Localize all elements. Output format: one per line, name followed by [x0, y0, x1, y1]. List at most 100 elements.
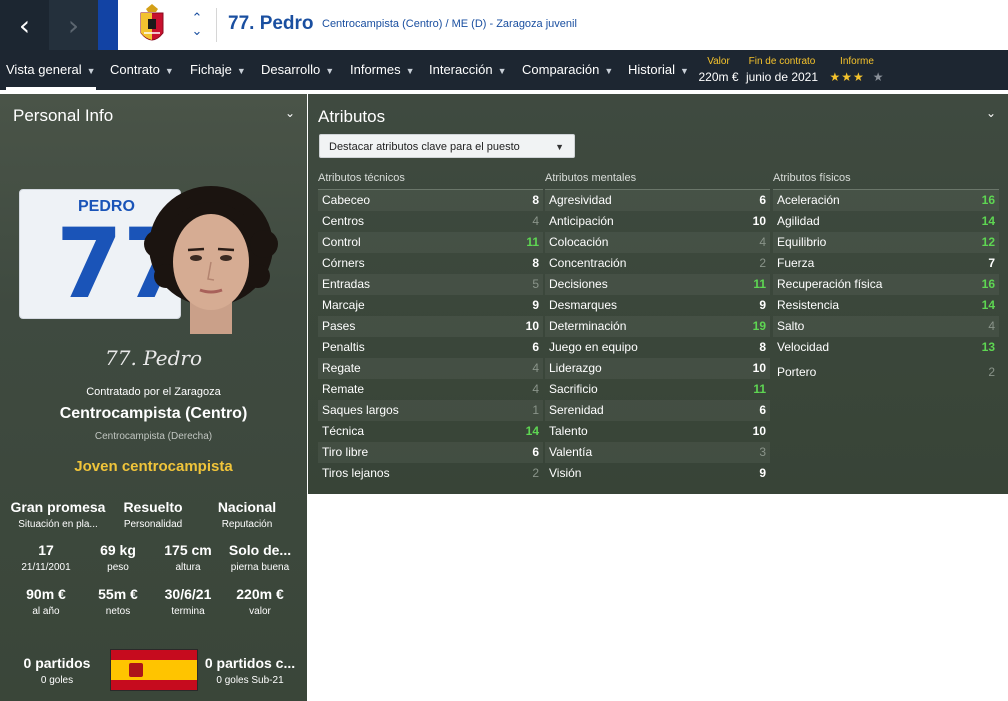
chevron-down-icon: ▼	[325, 66, 335, 76]
attribute-value: 6	[532, 445, 539, 459]
stat-label: pierna buena	[230, 562, 290, 573]
menu-contrato[interactable]: Contrato ▼	[110, 50, 174, 90]
attribute-value: 11	[526, 235, 539, 249]
attribute-row: Salto 4	[773, 316, 999, 337]
chevron-down-icon[interactable]: ⌄	[285, 106, 295, 120]
attribute-row: Serenidad 6	[545, 400, 770, 421]
attribute-name: Equilibrio	[777, 235, 827, 249]
attribute-name: Decisiones	[549, 277, 608, 291]
menu-informes[interactable]: Informes ▼	[350, 50, 415, 90]
attribute-name: Portero	[777, 365, 817, 379]
attribute-value: 4	[532, 214, 539, 228]
stat-label: 0 goles	[40, 675, 74, 686]
attribute-row: Anticipación 10	[545, 211, 770, 232]
stat-label: Personalidad	[123, 519, 183, 530]
attribute-row: Marcaje 9	[318, 295, 543, 316]
flag-stripe	[111, 650, 197, 660]
value-label: Valor	[707, 56, 730, 67]
menu-interaccion[interactable]: Interacción ▼	[429, 50, 507, 90]
attribute-row: Cabeceo 8	[318, 190, 543, 211]
report-label: Informe	[840, 56, 874, 67]
attribute-list: Cabeceo 8 Centros 4 Control 11 Córners 8 Entrada…	[318, 190, 543, 484]
attribute-name: Pases	[322, 319, 356, 333]
attribute-value: 6	[759, 403, 766, 417]
attribute-value: 16	[981, 277, 995, 291]
attribute-value: 10	[525, 319, 539, 333]
stat-u21-caps: 0 partidos c... 0 goles Sub-21	[200, 655, 300, 686]
attribute-row: Agresividad 6	[545, 190, 770, 211]
player-face-icon	[144, 186, 278, 334]
header-report-stat[interactable]: Informe ★★★ ★	[826, 56, 888, 84]
stat-value: Solo de...	[228, 542, 292, 558]
player-header: ‹ › ⌃ ⌄ 77. Pedro Centrocampista (Centro…	[0, 0, 1008, 50]
attribute-row: Pases 10	[318, 316, 543, 337]
contract-end: junio de 2021	[745, 70, 819, 84]
attribute-value: 6	[759, 193, 766, 207]
chevron-left-icon: ‹	[18, 8, 31, 42]
stat-value: Resuelto	[123, 499, 183, 515]
chevron-down-icon: ▼	[86, 66, 96, 76]
stat-label: Reputación	[221, 519, 273, 530]
chevron-down-icon: ▼	[236, 66, 246, 76]
back-button[interactable]: ‹	[0, 0, 49, 50]
attribute-row: Visión 9	[545, 463, 770, 484]
attribute-value: 3	[759, 445, 766, 459]
column-heading: Atributos físicos	[773, 172, 999, 190]
chevron-down-icon[interactable]: ⌄	[986, 106, 996, 120]
attribute-value: 4	[532, 361, 539, 375]
attribute-name: Centros	[322, 214, 365, 228]
attribute-row-portero: Portero 2	[773, 362, 999, 383]
player-position-description[interactable]: Centrocampista (Centro) / ME (D) - Zarag…	[322, 18, 577, 30]
attribute-row: Talento 10	[545, 421, 770, 442]
attribute-row: Regate 4	[318, 358, 543, 379]
attribute-value: 4	[988, 319, 995, 333]
history-nav: ‹ ›	[0, 0, 98, 50]
chevron-down-icon[interactable]: ⌄	[192, 25, 203, 38]
forward-button[interactable]: ›	[49, 0, 98, 50]
attribute-value: 14	[981, 214, 995, 228]
attribute-name: Saques largos	[322, 403, 399, 417]
attribute-name: Colocación	[549, 235, 609, 249]
spain-flag-icon[interactable]	[110, 649, 198, 691]
secondary-position: Centrocampista (Derecha)	[94, 431, 213, 442]
menu-comparacion[interactable]: Comparación ▼	[522, 50, 613, 90]
attribute-name: Regate	[322, 361, 361, 375]
club-color-stripe	[98, 0, 118, 50]
attribute-row: Resistencia 14	[773, 295, 999, 316]
attribute-row: Colocación 4	[545, 232, 770, 253]
player-switch-control[interactable]: ⌃ ⌄	[186, 6, 208, 44]
attribute-row: Saques largos 1	[318, 400, 543, 421]
attribute-name: Talento	[549, 424, 588, 438]
contract-label: Fin de contrato	[748, 56, 816, 67]
stat-international-caps: 0 partidos 0 goles	[7, 655, 107, 686]
menu-desarrollo[interactable]: Desarrollo ▼	[261, 50, 334, 90]
attribute-name: Recuperación física	[777, 277, 883, 291]
menu-historial[interactable]: Historial ▼	[628, 50, 689, 90]
attribute-row: Recuperación física 16	[773, 274, 999, 295]
personal-info-panel: Personal Info ⌄ PEDRO 77 77. Pedro Contr…	[0, 94, 307, 701]
menu-vista-general[interactable]: Vista general ▼	[6, 50, 96, 90]
attribute-value: 4	[532, 382, 539, 396]
attribute-value: 7	[988, 256, 995, 270]
profile-menu-bar: Vista general ▼ Contrato ▼ Fichaje ▼ Desarr…	[0, 50, 1008, 90]
stat-label: valor	[249, 606, 271, 617]
attribute-value: 2	[988, 365, 995, 379]
stat-value: 220m €	[236, 586, 284, 602]
menu-label: Comparación	[522, 62, 600, 77]
chevron-down-icon: ▼	[555, 142, 564, 152]
highlight-key-attributes-dropdown[interactable]: Destacar atributos clave para el puesto …	[319, 134, 575, 158]
attribute-value: 8	[759, 340, 766, 354]
flag-stripe	[111, 660, 197, 680]
club-crest-icon[interactable]	[118, 0, 186, 50]
menu-fichaje[interactable]: Fichaje ▼	[190, 50, 246, 90]
attribute-row: Desmarques 9	[545, 295, 770, 316]
panel-title: Personal Info	[13, 106, 114, 125]
menu-label: Desarrollo	[261, 62, 321, 77]
coat-of-arms-icon	[129, 663, 143, 677]
attribute-name: Sacrificio	[549, 382, 598, 396]
attribute-name: Velocidad	[777, 340, 830, 354]
panel-title: Atributos	[318, 107, 386, 126]
value-amount: 220m €	[698, 70, 739, 84]
player-role[interactable]: Joven centrocampista	[0, 458, 307, 475]
attribute-row: Control 11	[318, 232, 543, 253]
